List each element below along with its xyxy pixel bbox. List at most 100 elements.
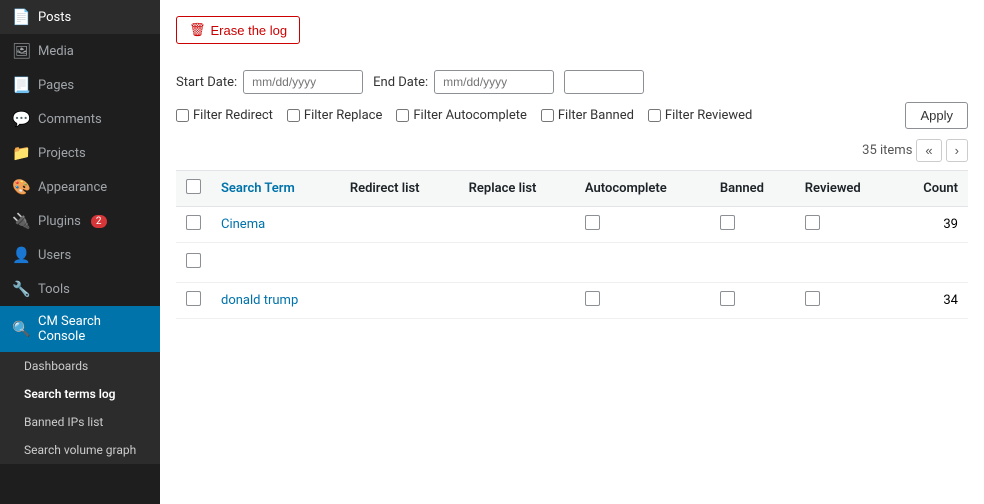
- row-reviewed: [795, 207, 896, 243]
- select-all-checkbox[interactable]: [186, 179, 201, 194]
- sidebar-item-label: Posts: [38, 10, 71, 25]
- sidebar-item-media[interactable]: 🖼 Media: [0, 34, 160, 68]
- table-row: donald trump 34: [176, 283, 968, 319]
- filters-row: Start Date: End Date:: [176, 70, 968, 94]
- sidebar-sub-item-search-terms-log[interactable]: Search terms log: [0, 380, 160, 408]
- row-count: 39: [895, 207, 968, 243]
- row-cb: [176, 283, 211, 319]
- sidebar-item-label: Projects: [38, 146, 86, 161]
- content-area: 🗑 Erase the log Start Date: End Date: Fi…: [160, 0, 984, 504]
- comments-icon: 💬: [12, 110, 30, 128]
- appearance-icon: 🎨: [12, 178, 30, 196]
- sidebar-item-comments[interactable]: 💬 Comments: [0, 102, 160, 136]
- filter-banned-label[interactable]: Filter Banned: [541, 108, 634, 123]
- extra-filter-input[interactable]: [564, 70, 644, 94]
- term-link[interactable]: donald trump: [221, 293, 298, 308]
- row-banned: [710, 207, 795, 243]
- banned-checkbox[interactable]: [720, 291, 735, 306]
- sidebar-item-tools[interactable]: 🔧 Tools: [0, 272, 160, 306]
- sidebar-item-label: Comments: [38, 112, 102, 127]
- badge-plugins: 2: [91, 215, 107, 228]
- reviewed-checkbox[interactable]: [805, 291, 820, 306]
- table-row: Cinema 39: [176, 207, 968, 243]
- sidebar-item-label: Plugins: [38, 214, 81, 229]
- col-replace-list: Replace list: [459, 171, 575, 207]
- sidebar-item-cm-search-console[interactable]: 🔍 CM Search Console: [0, 306, 160, 352]
- select-all-col: [176, 171, 211, 207]
- sidebar-item-plugins[interactable]: 🔌 Plugins 2: [0, 204, 160, 238]
- trash-icon: 🗑: [189, 22, 206, 38]
- sidebar-item-label: Users: [38, 248, 71, 263]
- main-content: 🗑 Erase the log Start Date: End Date: Fi…: [160, 0, 984, 504]
- start-date-group: Start Date:: [176, 70, 363, 94]
- cm-search-console-icon: 🔍: [12, 320, 30, 338]
- sidebar-item-projects[interactable]: 📁 Projects: [0, 136, 160, 170]
- row-cb: [176, 243, 211, 283]
- term-link[interactable]: Cinema: [221, 217, 265, 232]
- filter-autocomplete-checkbox[interactable]: [396, 109, 409, 122]
- table-header: Search Term Redirect list Replace list A…: [176, 171, 968, 207]
- col-autocomplete: Autocomplete: [575, 171, 710, 207]
- filter-redirect-checkbox[interactable]: [176, 109, 189, 122]
- filter-redirect-label[interactable]: Filter Redirect: [176, 108, 273, 123]
- sidebar-item-label: Media: [38, 44, 74, 59]
- start-date-label: Start Date:: [176, 75, 237, 90]
- row-checkbox[interactable]: [186, 215, 201, 230]
- checkboxes-row: Filter Redirect Filter Replace Filter Au…: [176, 102, 968, 129]
- sidebar-item-pages[interactable]: 📃 Pages: [0, 68, 160, 102]
- row-term: Cinema: [211, 207, 340, 243]
- col-reviewed: Reviewed: [795, 171, 896, 207]
- row-replace: [459, 283, 575, 319]
- end-date-label: End Date:: [373, 75, 428, 90]
- start-date-input[interactable]: [243, 70, 363, 94]
- sidebar-item-label: Appearance: [38, 180, 107, 195]
- posts-icon: 📄: [12, 8, 30, 26]
- sidebar-sub-item-search-volume-graph[interactable]: Search volume graph: [0, 436, 160, 464]
- filter-replace-checkbox[interactable]: [287, 109, 300, 122]
- pagination-row: 35 items « ›: [176, 139, 968, 162]
- reviewed-checkbox[interactable]: [805, 215, 820, 230]
- end-date-input[interactable]: [434, 70, 554, 94]
- end-date-group: End Date:: [373, 70, 554, 94]
- row-term: donald trump: [211, 283, 340, 319]
- apply-button[interactable]: Apply: [905, 102, 968, 129]
- erase-log-label: Erase the log: [211, 23, 288, 38]
- filter-replace-label[interactable]: Filter Replace: [287, 108, 382, 123]
- next-page-button[interactable]: ›: [946, 139, 968, 162]
- filter-banned-checkbox[interactable]: [541, 109, 554, 122]
- pages-icon: 📃: [12, 76, 30, 94]
- table-body: Cinema 39: [176, 207, 968, 319]
- table-row: [176, 243, 968, 283]
- prev-page-button[interactable]: «: [916, 139, 941, 162]
- autocomplete-checkbox[interactable]: [585, 215, 600, 230]
- row-redirect: [340, 207, 459, 243]
- search-term-sort[interactable]: Search Term: [221, 181, 295, 196]
- sidebar-item-appearance[interactable]: 🎨 Appearance: [0, 170, 160, 204]
- filter-autocomplete-label[interactable]: Filter Autocomplete: [396, 108, 527, 123]
- sidebar: 📄 Posts 🖼 Media 📃 Pages 💬 Comments 📁 Pro…: [0, 0, 160, 504]
- row-redirect: [340, 283, 459, 319]
- sidebar-item-users[interactable]: 👤 Users: [0, 238, 160, 272]
- row-checkbox[interactable]: [186, 291, 201, 306]
- items-count: 35 items: [862, 143, 912, 158]
- tools-icon: 🔧: [12, 280, 30, 298]
- col-count: Count: [895, 171, 968, 207]
- sidebar-item-label: Tools: [38, 282, 70, 297]
- row-autocomplete: [575, 283, 710, 319]
- col-redirect-list: Redirect list: [340, 171, 459, 207]
- row-checkbox[interactable]: [186, 253, 201, 268]
- sidebar-sub-item-dashboards[interactable]: Dashboards: [0, 352, 160, 380]
- users-icon: 👤: [12, 246, 30, 264]
- media-icon: 🖼: [12, 42, 30, 60]
- filter-reviewed-checkbox[interactable]: [648, 109, 661, 122]
- banned-checkbox[interactable]: [720, 215, 735, 230]
- autocomplete-checkbox[interactable]: [585, 291, 600, 306]
- search-terms-table: Search Term Redirect list Replace list A…: [176, 170, 968, 319]
- row-replace: [459, 207, 575, 243]
- erase-log-button[interactable]: 🗑 Erase the log: [176, 16, 300, 44]
- filter-reviewed-label[interactable]: Filter Reviewed: [648, 108, 752, 123]
- row-banned: [710, 283, 795, 319]
- row-reviewed: [795, 283, 896, 319]
- sidebar-item-posts[interactable]: 📄 Posts: [0, 0, 160, 34]
- sidebar-sub-item-banned-ips-list[interactable]: Banned IPs list: [0, 408, 160, 436]
